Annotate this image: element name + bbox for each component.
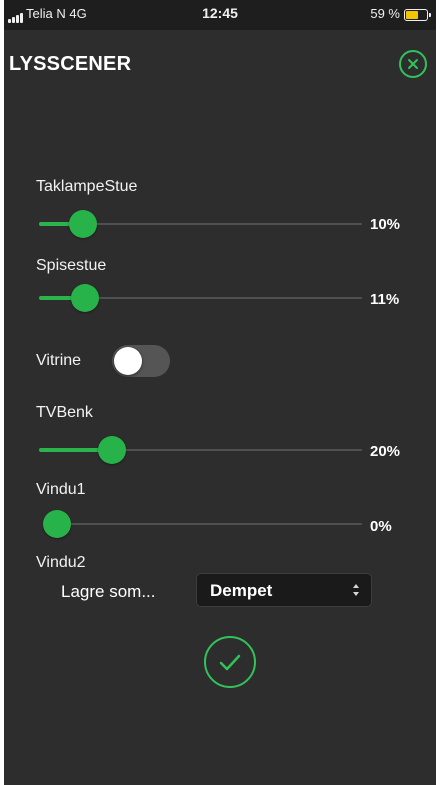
battery-percent: 59 %: [370, 6, 400, 21]
light-label-tvbenk: TVBenk: [36, 404, 93, 421]
slider-vindu1[interactable]: [43, 510, 362, 538]
screen: Telia N 4G 12:45 59 % LYSSCENER Taklampe…: [4, 0, 436, 785]
value-spisestue: 11%: [370, 291, 400, 308]
toggle-vitrine[interactable]: [112, 345, 170, 377]
checkmark-icon: [219, 654, 241, 671]
light-label-vindu1: Vindu1: [36, 481, 86, 498]
slider-taklampestue[interactable]: [39, 210, 362, 238]
light-label-vitrine: Vitrine: [36, 352, 82, 369]
save-as-label: Lagre som...: [61, 582, 156, 601]
slider-spisestue[interactable]: [39, 284, 362, 312]
battery-level: [406, 11, 418, 19]
light-label-spisestue: Spisestue: [36, 257, 107, 274]
value-taklampestue: 10%: [370, 216, 401, 233]
slider-track: [43, 523, 362, 525]
slider-thumb[interactable]: [98, 436, 126, 464]
slider-thumb[interactable]: [68, 210, 97, 238]
value-tvbenk: 20%: [370, 443, 401, 460]
select-arrows-icon: [353, 584, 359, 596]
close-icon: [408, 59, 418, 69]
slider-thumb[interactable]: [43, 510, 71, 538]
status-bar: Telia N 4G 12:45 59 %: [4, 0, 436, 30]
toggle-knob: [114, 347, 142, 375]
page-title: LYSSCENER: [9, 53, 132, 75]
light-label-taklampestue: TaklampeStue: [36, 178, 138, 195]
preset-select[interactable]: Dempet: [196, 573, 372, 607]
close-button[interactable]: [399, 50, 427, 78]
slider-thumb[interactable]: [71, 284, 100, 312]
preset-select-value: Dempet: [210, 581, 273, 600]
slider-tvbenk[interactable]: [39, 436, 362, 464]
value-vindu1: 0%: [370, 518, 392, 535]
light-label-vindu2: Vindu2: [36, 554, 86, 571]
battery-icon: [404, 9, 431, 21]
confirm-button[interactable]: [204, 636, 256, 688]
